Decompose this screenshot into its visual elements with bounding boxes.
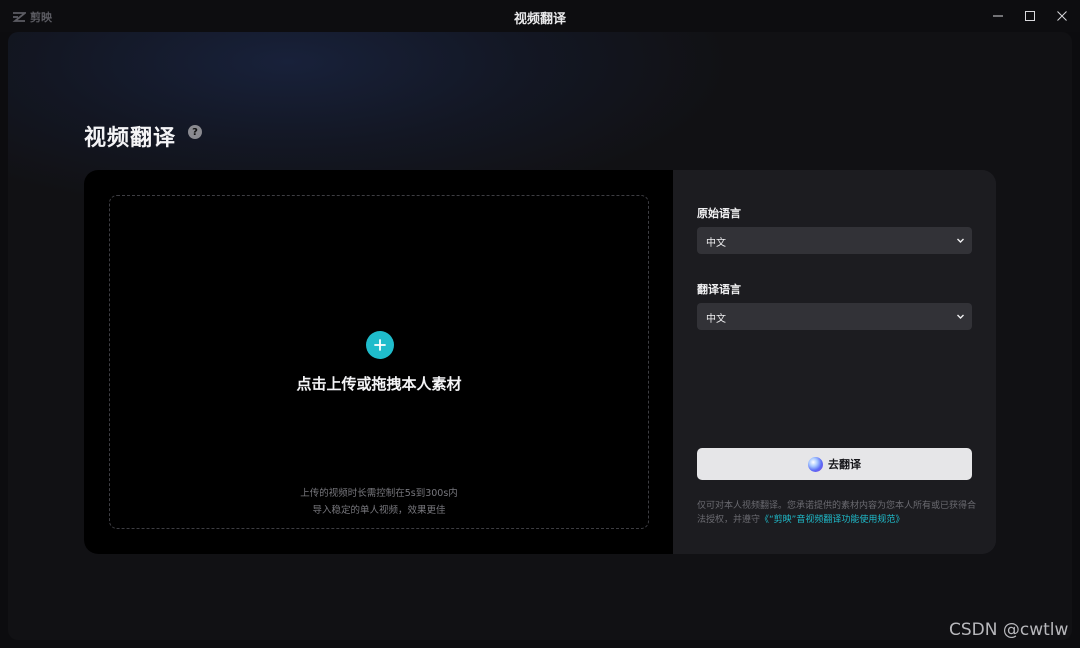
settings-panel: 原始语言 中文 翻译语言 中文 去翻译 仅可对本人视频翻译。您承诺提供的素材内容… — [673, 170, 996, 554]
upload-dropzone[interactable]: 点击上传或拖拽本人素材 上传的视频时长需控制在5s到300s内 导入稳定的单人视… — [109, 195, 649, 529]
target-language-value: 中文 — [706, 314, 726, 325]
translate-button-label: 去翻译 — [828, 458, 861, 471]
page-title: 视频翻译 — [84, 126, 177, 151]
main-panel: 视频翻译 ? 点击上传或拖拽本人素材 上传的视频时长需控制在5s到300s内 导… — [8, 32, 1072, 640]
translation-card: 点击上传或拖拽本人素材 上传的视频时长需控制在5s到300s内 导入稳定的单人视… — [84, 170, 996, 554]
close-icon — [1057, 11, 1067, 21]
chevron-down-icon — [957, 314, 964, 319]
source-language-select[interactable]: 中文 — [697, 227, 972, 254]
disclaimer: 仅可对本人视频翻译。您承诺提供的素材内容为您本人所有或已获得合法授权，并遵守《“… — [697, 499, 977, 527]
ai-orb-icon — [808, 456, 823, 472]
target-language-select[interactable]: 中文 — [697, 303, 972, 330]
help-icon[interactable]: ? — [188, 125, 202, 139]
source-language-value: 中文 — [706, 238, 726, 249]
chevron-down-icon — [957, 238, 964, 243]
upload-area: 点击上传或拖拽本人素材 上传的视频时长需控制在5s到300s内 导入稳定的单人视… — [84, 170, 673, 554]
usage-policy-link[interactable]: 《“剪映”音视频翻译功能使用规范》 — [760, 515, 904, 525]
window-title: 视频翻译 — [513, 12, 566, 27]
plus-icon — [374, 339, 386, 351]
maximize-icon — [1025, 11, 1035, 21]
title-bar[interactable]: 剪映 视频翻译 — [0, 0, 1080, 32]
source-language-label: 原始语言 — [697, 207, 741, 220]
target-language-label: 翻译语言 — [697, 283, 741, 296]
translate-button[interactable]: 去翻译 — [697, 448, 972, 480]
maximize-button[interactable] — [1022, 8, 1038, 24]
upload-button[interactable] — [366, 331, 394, 359]
minimize-button[interactable] — [990, 8, 1006, 24]
upload-duration-hint: 上传的视频时长需控制在5s到300s内 — [300, 488, 458, 499]
upload-label: 点击上传或拖拽本人素材 — [296, 375, 462, 393]
minimize-icon — [993, 15, 1003, 17]
upload-quality-hint: 导入稳定的单人视频，效果更佳 — [312, 505, 446, 516]
watermark: CSDN @cwtlw — [949, 620, 1069, 640]
app-window: 剪映 视频翻译 视频翻译 ? 点击上传或拖拽本人素材 上传的视频时长需控制在5s… — [0, 0, 1080, 648]
close-button[interactable] — [1054, 8, 1070, 24]
